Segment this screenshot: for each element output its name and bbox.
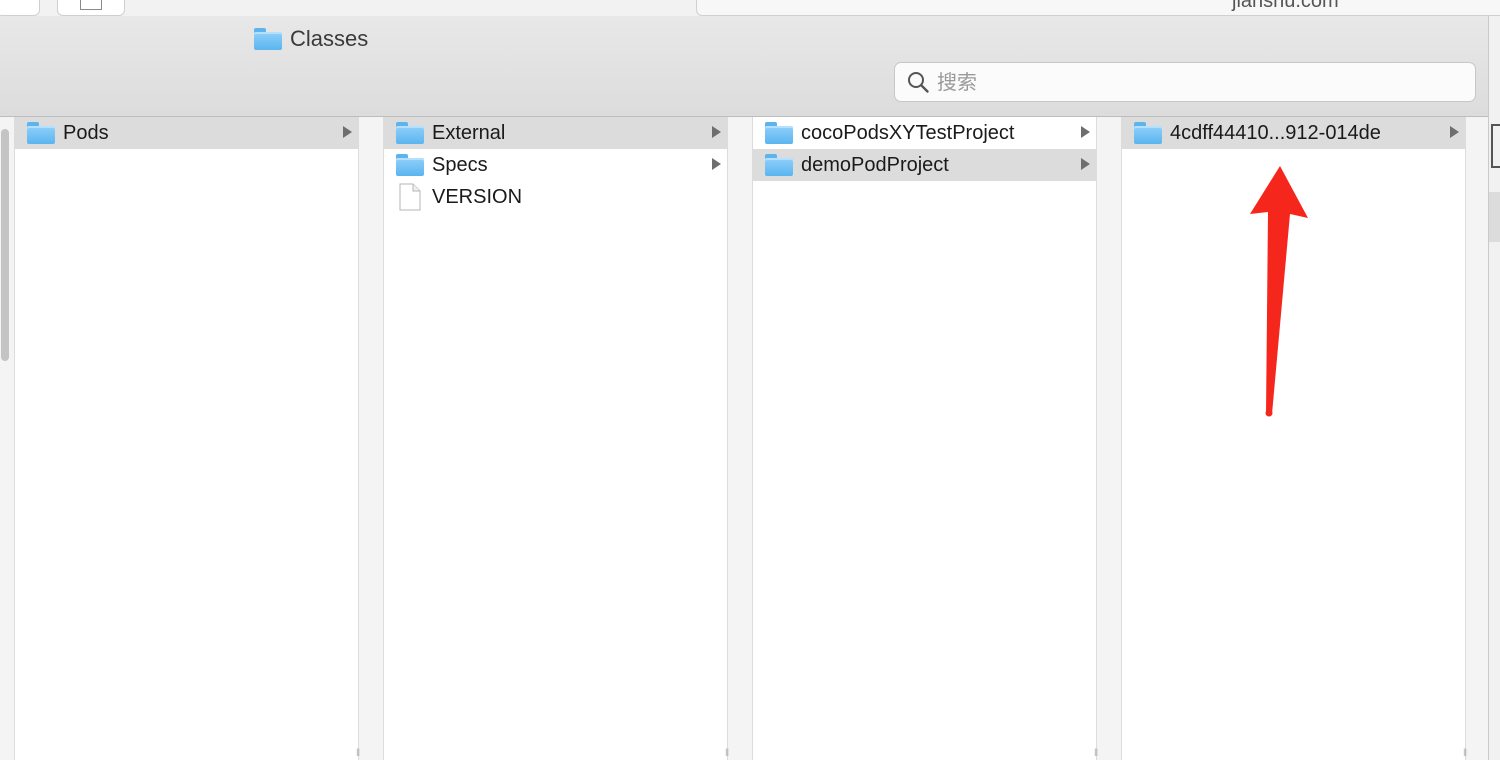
folder-icon xyxy=(765,122,793,144)
background-sidebar-button[interactable] xyxy=(57,0,125,16)
background-control xyxy=(1491,124,1500,168)
folder-icon xyxy=(396,122,424,144)
background-back-button[interactable] xyxy=(0,0,40,16)
background-address-bar[interactable] xyxy=(696,0,1500,16)
chevron-right-icon xyxy=(1450,126,1459,138)
item-label: Pods xyxy=(63,121,109,144)
item-label: 4cdff44410...912-014de xyxy=(1170,121,1381,144)
window-title-text: Classes xyxy=(290,26,369,51)
item-label: cocoPodsXYTestProject xyxy=(801,121,1015,144)
item-label: External xyxy=(432,121,506,144)
sidebar-icon xyxy=(80,0,102,10)
list-item-version[interactable]: VERSION xyxy=(384,181,727,213)
search-field[interactable] xyxy=(894,62,1476,102)
list-item-hash-folder[interactable]: 4cdff44410...912-014de xyxy=(1122,117,1465,149)
folder-icon xyxy=(765,154,793,176)
item-label: demoPodProject xyxy=(801,153,949,176)
column-resize-handle[interactable]: ‖ xyxy=(725,749,733,759)
background-window-edge xyxy=(1489,16,1500,760)
background-window-toolbar: jianshu.com xyxy=(0,0,1500,17)
background-url-text: jianshu.com xyxy=(1232,0,1339,12)
browser-column-3[interactable]: cocoPodsXYTestProject demoPodProject ‖ xyxy=(752,117,1098,760)
browser-column-2[interactable]: External Specs VERSION ‖ xyxy=(383,117,729,760)
folder-icon xyxy=(27,122,55,144)
annotation-arrow-icon xyxy=(1250,166,1308,417)
chevron-right-icon xyxy=(343,126,352,138)
folder-icon xyxy=(1134,122,1162,144)
chevron-right-icon xyxy=(1081,158,1090,170)
document-icon xyxy=(398,183,422,211)
list-item-demopodproject[interactable]: demoPodProject xyxy=(753,149,1096,181)
search-icon xyxy=(905,69,931,95)
item-label: Specs xyxy=(432,153,488,176)
column-resize-handle[interactable]: ‖ xyxy=(356,749,364,759)
list-item-specs[interactable]: Specs xyxy=(384,149,727,181)
list-item-pods[interactable]: Pods xyxy=(15,117,358,149)
finder-toolbar: Classes xyxy=(0,16,1488,117)
left-scrollbar[interactable] xyxy=(1,129,9,361)
window-title: Classes xyxy=(254,26,368,52)
item-label: VERSION xyxy=(432,185,523,208)
folder-icon xyxy=(254,28,282,50)
list-item-external[interactable]: External xyxy=(384,117,727,149)
search-input[interactable] xyxy=(937,70,1457,94)
folder-icon xyxy=(396,154,424,176)
chevron-right-icon xyxy=(712,158,721,170)
background-panel xyxy=(1489,192,1500,242)
browser-column-1[interactable]: Pods ‖ xyxy=(14,117,360,760)
list-item-cocopodsxytestproject[interactable]: cocoPodsXYTestProject xyxy=(753,117,1096,149)
column-resize-handle[interactable]: ‖ xyxy=(1094,749,1102,759)
screen: jianshu.com Classes 搜索 Pods ‖ External S… xyxy=(0,0,1500,760)
column-resize-handle[interactable]: ‖ xyxy=(1463,749,1471,759)
chevron-right-icon xyxy=(1081,126,1090,138)
chevron-right-icon xyxy=(712,126,721,138)
